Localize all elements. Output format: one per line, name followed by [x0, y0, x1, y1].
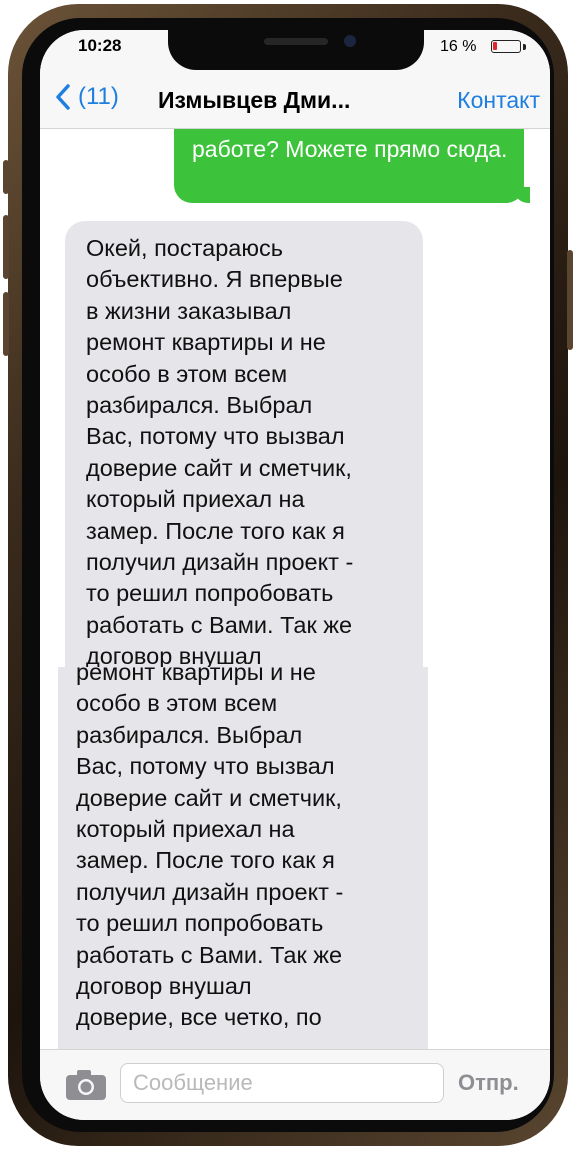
phone-screen: 10:28 16 % (11) Измывцев Дми... Контакт … — [40, 30, 550, 1120]
camera-icon[interactable] — [64, 1068, 108, 1102]
nav-bar: (11) Измывцев Дми... Контакт — [40, 76, 550, 129]
outgoing-bubble-tail — [514, 187, 530, 203]
incoming-message-text-continued: ремонт квартиры и не особо в этом всем р… — [76, 659, 344, 1031]
battery-percent: 16 % — [440, 38, 477, 55]
outgoing-message-text: работе? Можете прямо сюда. — [192, 136, 508, 162]
power-button — [567, 250, 573, 350]
incoming-message-text: Окей, постараюсь объективно. Я впервые в… — [86, 235, 354, 670]
battery-icon — [491, 40, 521, 53]
back-button[interactable]: (11) — [52, 82, 119, 112]
message-input[interactable] — [120, 1063, 444, 1103]
notch — [168, 30, 424, 70]
silent-switch — [3, 160, 9, 194]
volume-up-button — [3, 215, 9, 279]
volume-down-button — [3, 292, 9, 356]
battery-tip — [523, 44, 526, 50]
contact-button[interactable]: Контакт — [457, 87, 540, 114]
status-time: 10:28 — [78, 36, 122, 55]
chevron-left-icon — [56, 84, 70, 110]
input-bar: Отпр. — [40, 1049, 550, 1120]
send-button[interactable]: Отпр. — [458, 1070, 519, 1096]
back-count: (11) — [78, 83, 119, 110]
speaker-grille — [264, 38, 328, 45]
front-camera — [344, 35, 356, 47]
message-thread[interactable]: работе? Можете прямо сюда. Окей, постара… — [40, 129, 550, 1049]
status-bar: 10:28 16 % — [40, 30, 550, 76]
battery-level — [493, 42, 497, 50]
conversation-title[interactable]: Измывцев Дми... — [158, 87, 350, 114]
